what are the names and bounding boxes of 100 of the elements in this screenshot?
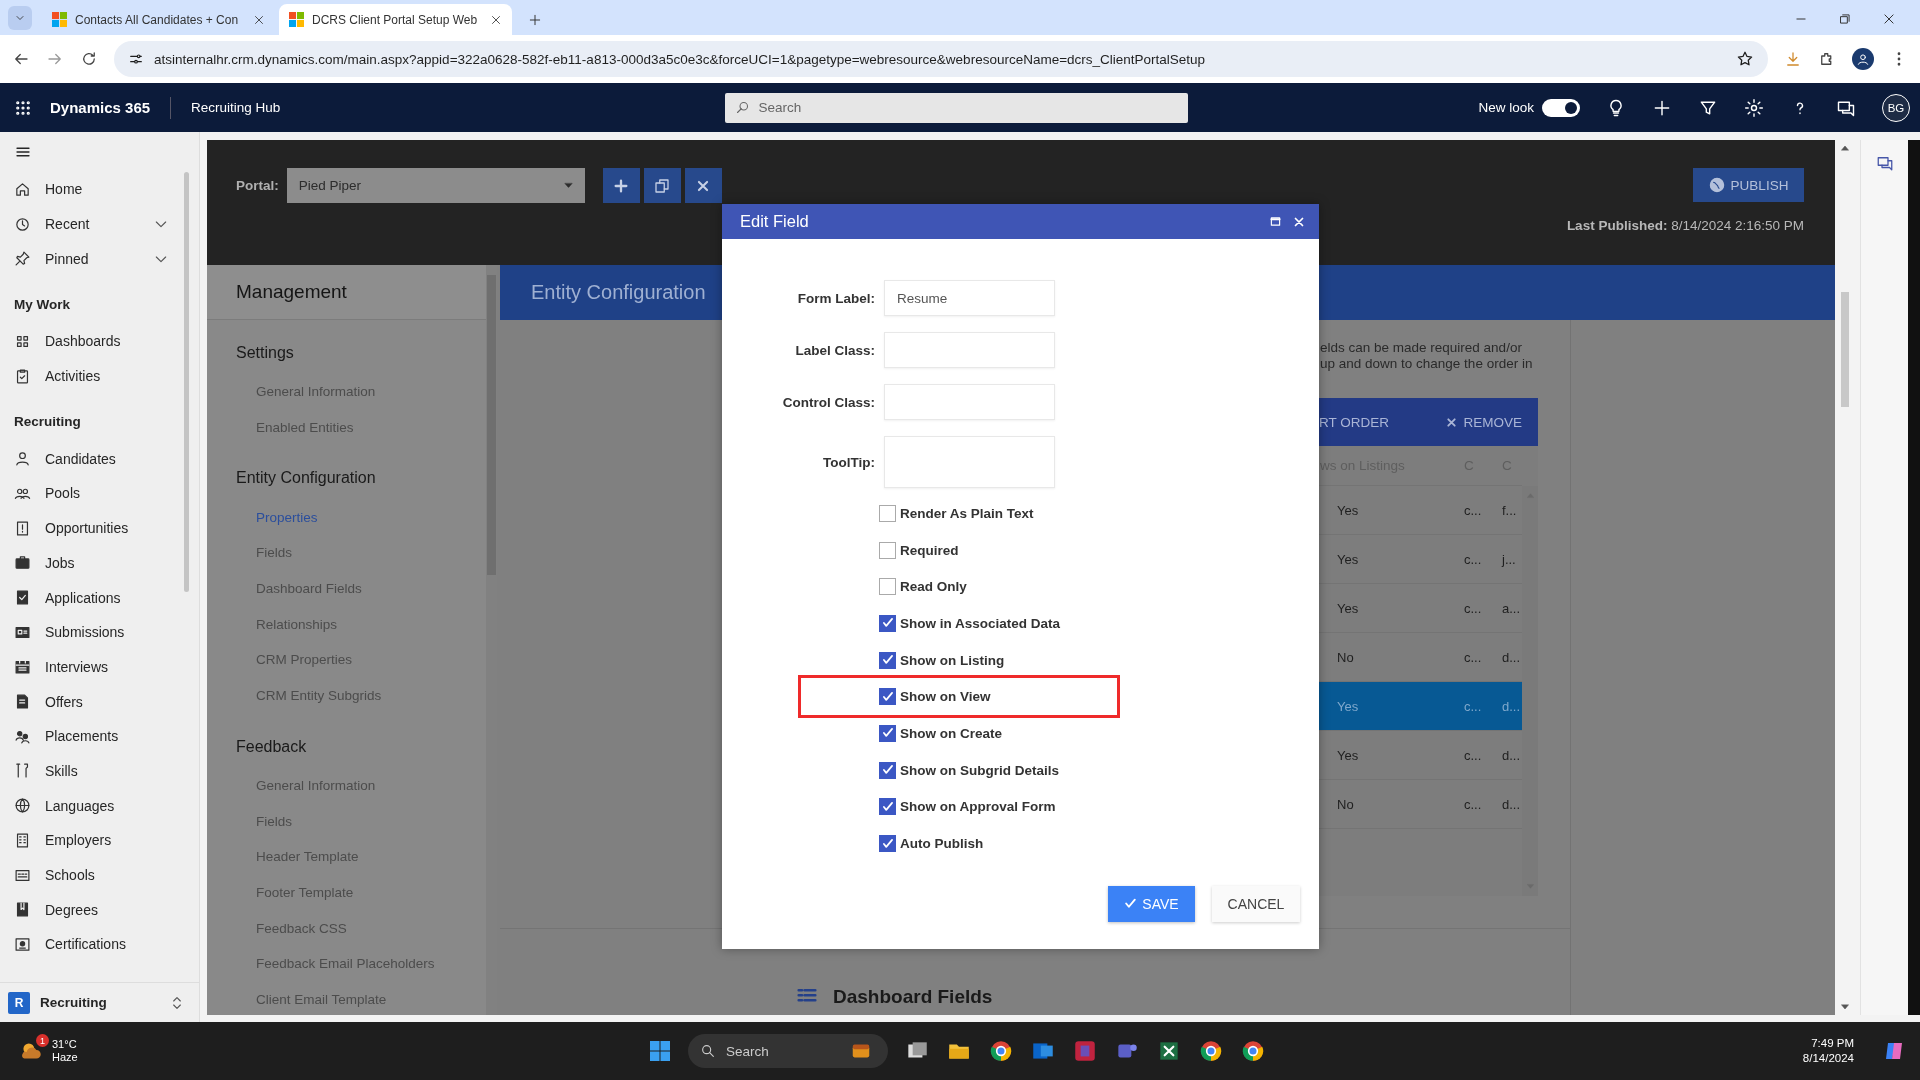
area-name[interactable]: Recruiting Hub	[191, 100, 281, 115]
restore-icon[interactable]	[1838, 12, 1852, 26]
search-icon	[735, 100, 751, 115]
table-cell-text: Yes	[1336, 600, 1360, 616]
clipboard-icon	[14, 367, 31, 385]
cancel-button[interactable]: CANCEL	[1212, 885, 1300, 922]
close-icon[interactable]	[253, 13, 265, 26]
nav-item[interactable]: Activities	[0, 358, 199, 394]
browser-icon[interactable]	[1198, 1038, 1224, 1064]
checkbox[interactable]	[879, 614, 896, 632]
browser-tab[interactable]: DCRS Client Portal Setup Web	[279, 4, 512, 35]
field-label: Control Class:	[781, 394, 876, 410]
table-cell-text: No	[1336, 649, 1355, 665]
settings-icon[interactable]	[1744, 97, 1764, 118]
nav-item[interactable]: Pools	[0, 476, 199, 511]
reload-icon[interactable]	[80, 50, 98, 68]
checkbox[interactable]	[879, 504, 896, 522]
checkbox-label: Show on Listing	[900, 652, 1005, 668]
start-icon[interactable]	[648, 1039, 672, 1063]
field-label: ToolTip:	[822, 454, 876, 470]
close-icon[interactable]	[1882, 12, 1896, 26]
profile-icon[interactable]	[1852, 48, 1874, 70]
nav-item[interactable]: Submissions	[0, 614, 199, 650]
browser-tab[interactable]: Contacts All Candidates + Con	[42, 4, 275, 35]
browser-icon[interactable]	[988, 1038, 1014, 1064]
app-logo-icon	[289, 12, 304, 27]
nav-item[interactable]: Interviews	[0, 649, 199, 685]
checkbox[interactable]	[879, 578, 896, 596]
nav-item[interactable]: Candidates	[0, 441, 199, 477]
scrollbar[interactable]	[486, 265, 497, 1015]
checkbox[interactable]	[879, 651, 896, 669]
toggle-switch[interactable]	[1542, 98, 1580, 117]
checkbox[interactable]	[879, 688, 896, 706]
nav-item[interactable]: Applications	[0, 580, 199, 615]
person-icon	[14, 450, 31, 468]
scrollbar-thumb[interactable]	[1841, 292, 1849, 407]
table-cell-text: d...	[1501, 649, 1522, 665]
search-field[interactable]: Search	[725, 92, 1189, 123]
checked-document-icon	[14, 589, 31, 607]
nav-item[interactable]: Dashboards	[0, 324, 199, 359]
scroll-down-icon[interactable]	[1841, 1003, 1849, 1011]
group-title: My Work	[13, 295, 71, 314]
check-icon	[1124, 897, 1138, 911]
section-heading: Dashboard Fields	[833, 986, 993, 1008]
nav-item[interactable]: Opportunities	[0, 510, 199, 546]
nav-item[interactable]: Recent	[0, 206, 199, 242]
check-icon	[880, 836, 895, 851]
checkbox[interactable]	[879, 541, 896, 559]
chat-icon[interactable]	[1875, 154, 1894, 172]
download-icon[interactable]	[1784, 50, 1802, 68]
app-name[interactable]: Dynamics 365	[50, 99, 151, 116]
field-label: Portal:	[236, 178, 279, 195]
checkbox-label: Required	[900, 542, 959, 558]
clock-date[interactable]: 8/14/2024	[1802, 1051, 1854, 1066]
app-launcher-icon[interactable]	[14, 98, 32, 117]
nav-item[interactable]: Employers	[0, 823, 199, 858]
last-published-text: Last Published: 8/14/2024 2:16:50 PM	[1566, 218, 1804, 233]
save-button[interactable]: SAVE	[1108, 885, 1195, 922]
table-cell-text: d...	[1501, 796, 1522, 812]
checkbox[interactable]	[879, 724, 896, 742]
scroll-up-icon[interactable]	[1841, 144, 1849, 152]
new-tab-icon[interactable]	[528, 13, 542, 27]
checkbox[interactable]	[879, 798, 896, 816]
section-title: Feedback	[235, 736, 308, 757]
remove-button[interactable]: REMOVE	[1446, 414, 1522, 430]
browser-icon[interactable]	[1240, 1038, 1266, 1064]
nav-item[interactable]: Certifications	[0, 927, 199, 962]
chat-app-icon[interactable]	[1072, 1038, 1098, 1064]
nav-item[interactable]: Skills	[0, 753, 199, 789]
nav-item[interactable]: Jobs	[0, 545, 199, 581]
address-bar[interactable]: atsinternalhr.crm.dynamics.com/main.aspx?appid=322a0628-582f-eb11-a813-000d3a5c0e3c&forceUCI=1&pagetype=webresource&webresourceName=dcrs_ClientPortalSetup	[114, 41, 1768, 77]
sort-order-button[interactable]: RT ORDER	[1319, 414, 1389, 430]
nav-item[interactable]: Pinned	[0, 241, 199, 277]
delete-button[interactable]	[684, 168, 722, 203]
nav-item[interactable]: Offers	[0, 684, 199, 719]
user-avatar[interactable]: BG	[1882, 93, 1910, 122]
close-icon[interactable]	[1293, 215, 1305, 228]
add-button[interactable]	[602, 168, 640, 203]
checkbox-label: Show on View	[900, 689, 991, 705]
publish-button[interactable]: PUBLISH	[1693, 168, 1804, 202]
nav-item[interactable]: Degrees	[0, 892, 199, 928]
notification-badge: 1	[36, 1034, 49, 1047]
copy-button[interactable]	[643, 168, 681, 203]
calendar-icon	[14, 658, 31, 676]
maximize-icon[interactable]	[1270, 216, 1281, 227]
nav-item[interactable]: Home	[0, 172, 199, 207]
nav-item[interactable]: Schools	[0, 857, 199, 893]
clock-time[interactable]: 7:49 PM	[1811, 1036, 1854, 1051]
checkbox[interactable]	[879, 835, 896, 853]
checkbox-label: Show in Associated Data	[900, 615, 1061, 631]
search-field[interactable]: Search	[688, 1034, 888, 1068]
close-icon[interactable]	[490, 13, 502, 26]
nav-item[interactable]: Placements	[0, 718, 199, 754]
nav-item[interactable]: Languages	[0, 788, 199, 823]
checkbox[interactable]	[879, 761, 896, 779]
star-icon[interactable]	[1736, 50, 1754, 68]
scrollbar-thumb[interactable]	[184, 172, 189, 592]
input-field[interactable]: Resume	[884, 280, 1055, 316]
alert-document-icon	[14, 519, 31, 537]
portal-dropdown[interactable]: Pied Piper	[286, 168, 585, 203]
